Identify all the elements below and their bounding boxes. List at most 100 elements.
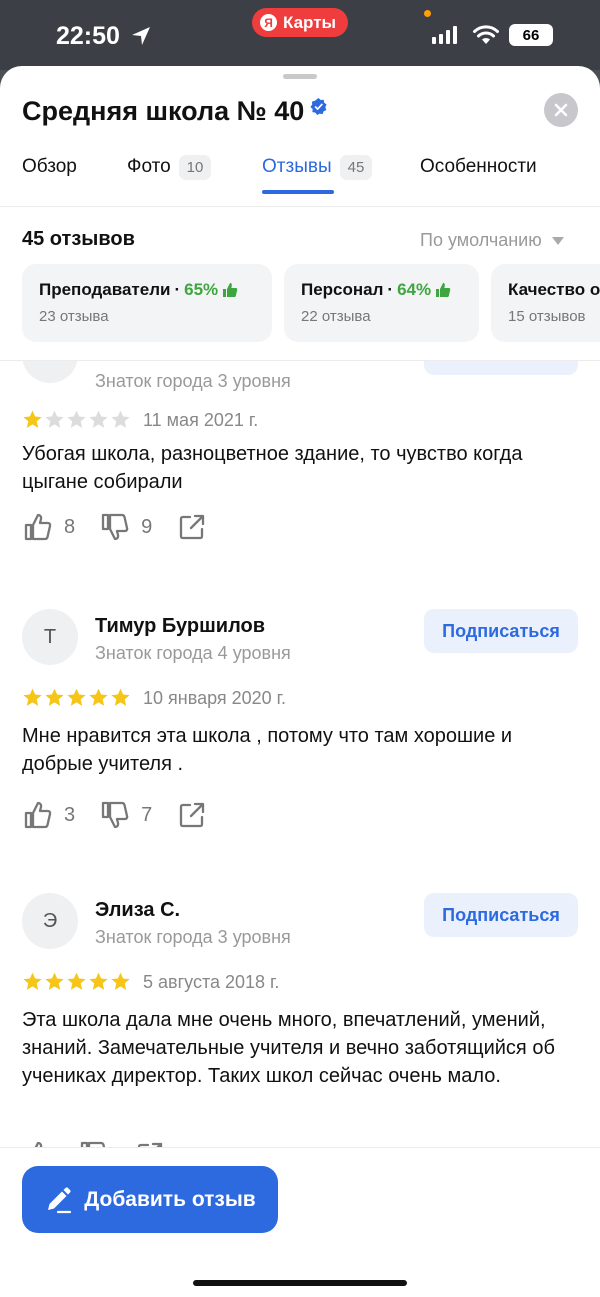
star-icon (111, 972, 130, 990)
aspect-chip-teachers[interactable]: Преподаватели · 65% 23 отзыва (22, 264, 272, 342)
share-button[interactable] (134, 1139, 166, 1147)
aspect-chip-staff[interactable]: Персонал · 64% 22 отзыва (284, 264, 479, 342)
place-title-row: Средняя школа № 40 (22, 96, 327, 127)
star-icon (67, 688, 86, 706)
chip-percent: 64% (397, 280, 432, 299)
like-button[interactable]: 8 (22, 511, 75, 543)
author-name[interactable]: Элиза С. (95, 899, 180, 922)
star-icon (45, 688, 64, 706)
review-text: Мне нравится эта школа , потому что там … (22, 725, 513, 775)
sheet-grabber[interactable] (283, 74, 317, 79)
tab-label: Отзывы (262, 156, 332, 177)
aspect-chip-quality[interactable]: Качество о 15 отзывов (491, 264, 600, 342)
tab-features[interactable]: Особенности (420, 152, 537, 182)
close-icon (554, 103, 568, 117)
thumbs-up-icon (24, 801, 52, 829)
share-icon (137, 1142, 163, 1147)
privacy-indicator-dot (424, 10, 431, 17)
thumbs-up-icon (223, 283, 238, 297)
tab-label: Обзор (22, 156, 77, 177)
dislike-button[interactable] (78, 1139, 110, 1147)
active-tab-indicator (262, 190, 334, 194)
thumbs-up-icon (436, 283, 451, 297)
reviews-list[interactable]: Знаток города 3 уровня 11 мая 2021 г. Уб… (0, 361, 600, 1147)
aspect-chips: Преподаватели · 65% 23 отзыва Персонал ·… (22, 264, 600, 342)
review-date: 5 августа 2018 г. (143, 972, 280, 992)
cellular-signal-icon (432, 26, 457, 44)
star-icon (23, 688, 42, 706)
review-card: Т Тимур Буршилов Знаток города 4 уровня … (0, 609, 600, 893)
star-icon (89, 688, 108, 706)
bottom-bar: Добавить отзыв (0, 1147, 600, 1297)
star-icon (23, 972, 42, 990)
add-review-button[interactable]: Добавить отзыв (22, 1166, 278, 1233)
yandex-maps-pill[interactable]: Я Карты (252, 8, 349, 37)
avatar[interactable] (22, 361, 78, 383)
status-time: 22:50 (56, 22, 120, 50)
review-text: Эта школа дала мне очень много, впечатле… (22, 1009, 555, 1087)
battery-icon: 66 (509, 24, 553, 46)
wifi-icon (473, 25, 499, 44)
place-title: Средняя школа № 40 (22, 96, 305, 126)
close-button[interactable] (544, 93, 578, 127)
chip-title: Преподаватели · 65% (39, 280, 255, 300)
star-icon (89, 410, 108, 428)
tab-reviews[interactable]: Отзывы 45 (262, 152, 373, 182)
thumbs-up-icon (34, 1141, 43, 1147)
dislike-count: 9 (141, 515, 153, 538)
dislike-button[interactable]: 9 (99, 511, 152, 543)
star-icon (89, 972, 108, 990)
chevron-down-icon (551, 236, 564, 245)
tab-count-badge: 10 (178, 154, 212, 180)
chip-label: Преподаватели (39, 280, 171, 299)
app-pill-label: Карты (283, 12, 337, 32)
verified-badge-icon (310, 98, 327, 115)
tab-photos[interactable]: Фото 10 (127, 152, 212, 182)
rating-stars (22, 971, 131, 992)
thumbs-down-icon (101, 513, 129, 541)
dislike-button[interactable]: 7 (99, 799, 152, 831)
review-date: 10 января 2020 г. (143, 688, 287, 708)
avatar[interactable]: Т (22, 609, 78, 665)
sort-dropdown[interactable]: По умолчанию (420, 230, 564, 251)
star-icon (23, 410, 42, 428)
like-count: 3 (64, 803, 76, 826)
rating-stars (22, 687, 131, 708)
thumbs-down-icon (101, 801, 129, 829)
subscribe-button[interactable] (424, 361, 578, 375)
review-card: Э Элиза С. Знаток города 3 уровня Подпис… (0, 893, 600, 1147)
review-date: 11 мая 2021 г. (143, 410, 259, 430)
subscribe-label: Подписаться (442, 904, 560, 925)
star-icon (111, 410, 130, 428)
yandex-logo-icon: Я (260, 14, 277, 31)
thumbs-down-icon (80, 1141, 106, 1147)
star-icon (45, 972, 64, 990)
chip-label: Персонал (301, 280, 384, 299)
avatar-initial: Т (43, 625, 57, 648)
chip-count: 15 отзывов (508, 308, 586, 325)
tab-overview[interactable]: Обзор (22, 152, 77, 182)
author-level: Знаток города 3 уровня (95, 927, 291, 947)
subscribe-button[interactable]: Подписаться (424, 893, 578, 937)
like-button[interactable] (22, 1139, 54, 1147)
tab-label: Особенности (420, 156, 537, 177)
author-name[interactable]: Тимур Буршилов (95, 615, 265, 638)
home-indicator[interactable] (193, 1280, 407, 1286)
author-level: Знаток города 4 уровня (95, 643, 291, 663)
subscribe-button[interactable]: Подписаться (424, 609, 578, 653)
chip-count: 22 отзыва (301, 308, 371, 325)
divider (0, 206, 600, 207)
share-icon (180, 514, 205, 540)
location-arrow-icon (132, 27, 150, 45)
review-text: Убогая школа, разноцветное здание, то чу… (22, 443, 523, 493)
chip-count: 23 отзыва (39, 308, 109, 325)
rating-stars (22, 409, 131, 430)
avatar[interactable]: Э (22, 893, 78, 949)
share-button[interactable] (176, 511, 208, 543)
star-icon (67, 972, 86, 990)
star-icon (45, 410, 64, 428)
place-sheet: Средняя школа № 40 Обзор Фото 10 Отзывы … (0, 66, 600, 1297)
like-button[interactable]: 3 (22, 799, 75, 831)
status-bar: 22:50 Я Карты 66 (0, 0, 600, 70)
share-button[interactable] (176, 799, 208, 831)
